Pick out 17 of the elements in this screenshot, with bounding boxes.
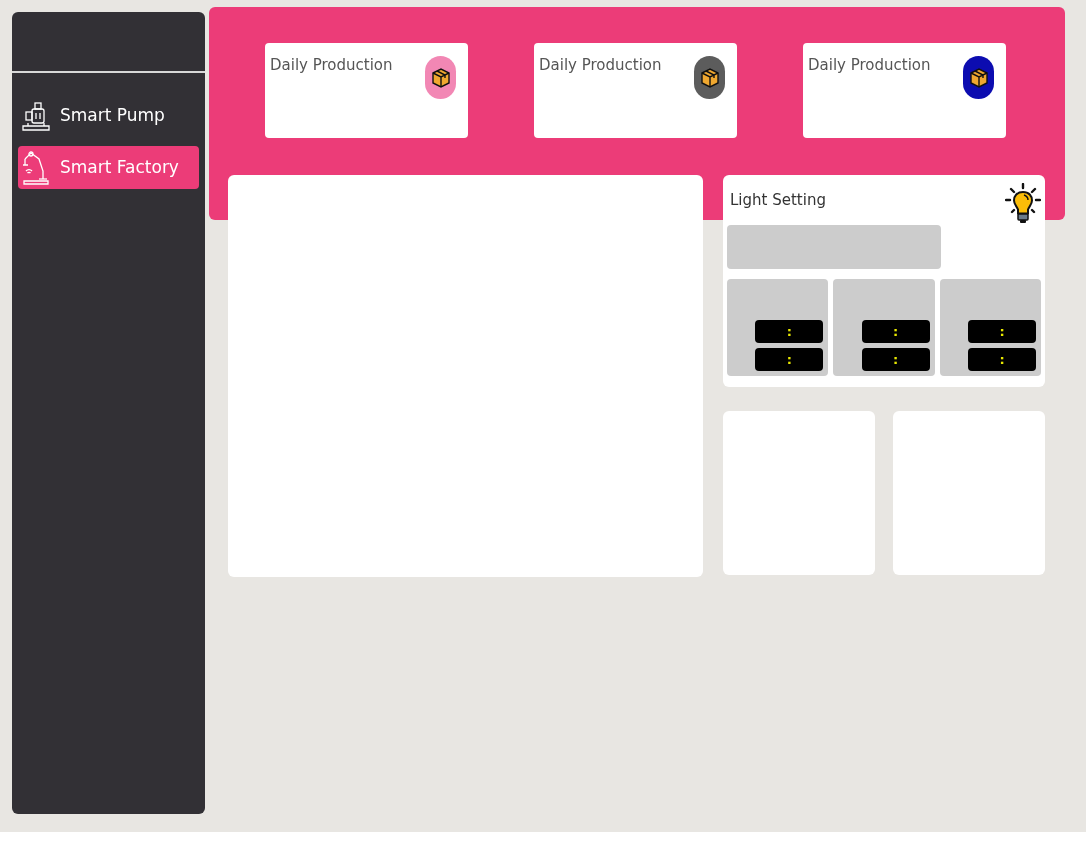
time-display: :: [968, 348, 1036, 371]
panel-title: Light Setting: [729, 190, 826, 211]
time-display: :: [861, 320, 930, 343]
card-title: Daily Production: [808, 56, 931, 74]
time-display: :: [755, 348, 824, 371]
robot-arm-icon: [22, 150, 50, 185]
box-icon: [968, 66, 989, 89]
box-icon: [430, 66, 451, 89]
time-display: :: [968, 320, 1036, 343]
time-display: :: [861, 348, 930, 371]
sidebar-item[interactable]: Smart Factory: [18, 146, 199, 189]
card-title: Daily Production: [270, 56, 393, 74]
box-icon: [699, 66, 720, 89]
sidebar-item[interactable]: Smart Pump: [18, 94, 199, 137]
time-display: :: [755, 320, 824, 343]
pump-icon: [22, 100, 50, 131]
card-title: Daily Production: [539, 56, 662, 74]
